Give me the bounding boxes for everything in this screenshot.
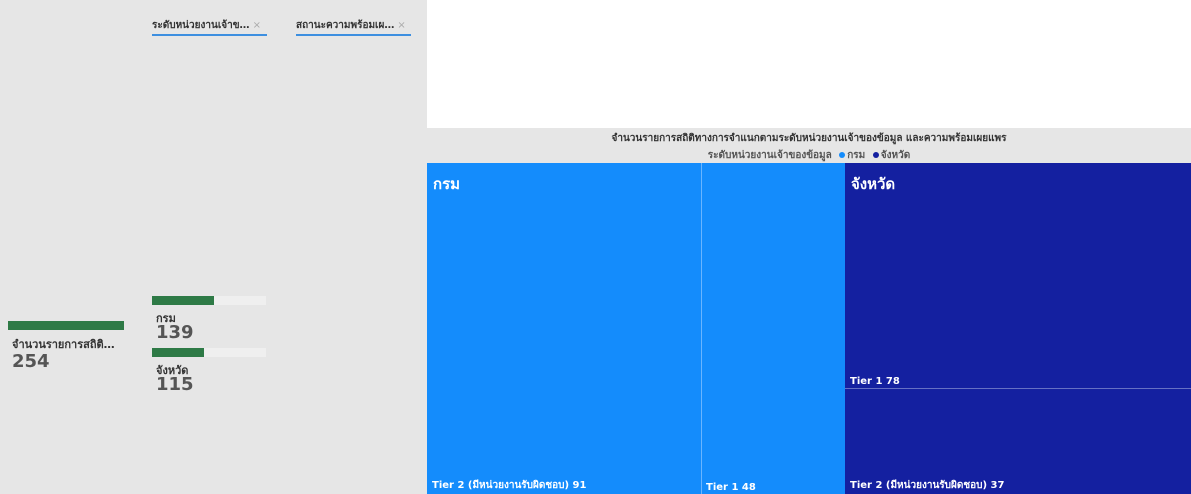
total-value: 254: [12, 351, 50, 372]
treemap-tile[interactable]: Tier 2 (มีหน่วยงานรับผิดชอบ) 37: [845, 388, 1191, 494]
treemap-tile[interactable]: Tier 1 78: [845, 163, 1191, 388]
total-bar-fill: [8, 321, 124, 330]
treemap-group-label: จังหวัด: [851, 175, 896, 193]
legend-dot: [839, 152, 846, 158]
legend-dot: [872, 152, 879, 158]
filter-chip-label: ระดับหน่วยงานเจ้าข…: [152, 20, 250, 31]
filter-chip-label: สถานะความพร้อมเผ…: [296, 20, 395, 31]
krom-value: 139: [156, 322, 194, 343]
treemap-tile[interactable]: Tier 1 48: [701, 163, 845, 494]
close-icon[interactable]: ×: [253, 20, 261, 31]
chart-legend: ระดับหน่วยงานเจ้าของข้อมูล กรม จังหวัด: [427, 148, 1191, 163]
legend-title: ระดับหน่วยงานเจ้าของข้อมูล: [707, 150, 832, 161]
filter-chip-readiness[interactable]: สถานะความพร้อมเผ… ×: [296, 18, 411, 36]
changwat-value: 115: [156, 374, 194, 395]
filter-chip-owner-level[interactable]: ระดับหน่วยงานเจ้าข… ×: [152, 18, 267, 36]
tile-label: Tier 2 (มีหน่วยงานรับผิดชอบ) 37: [850, 480, 1005, 491]
krom-bar-fill: [152, 296, 215, 305]
total-bar: [8, 321, 124, 330]
krom-bar: [152, 296, 266, 305]
chart-title: จำนวนรายการสถิติทางการจำแนกตามระดับหน่วย…: [611, 133, 1007, 144]
tile-label: Tier 1 48: [706, 482, 756, 493]
changwat-bar-fill: [152, 348, 204, 357]
tile-label: Tier 2 (มีหน่วยงานรับผิดชอบ) 91: [432, 480, 587, 491]
treemap-group-label: กรม: [433, 175, 461, 193]
tile-separator: [701, 163, 702, 494]
changwat-bar: [152, 348, 266, 357]
visual-panel: ระดับหน่วยงานเจ้าข… × สถานะความพร้อมเผ… × …: [0, 0, 427, 494]
treemap-tile[interactable]: Tier 2 (มีหน่วยงานรับผิดชอบ) 91: [427, 163, 701, 494]
tile-label: Tier 1 78: [850, 376, 900, 387]
treemap-chart: จำนวนรายการสถิติทางการจำแนกตามระดับหน่วย…: [427, 128, 1191, 494]
legend-item-krom[interactable]: กรม: [847, 150, 865, 161]
legend-item-changwat[interactable]: จังหวัด: [881, 150, 910, 161]
chart-header: จำนวนรายการสถิติทางการจำแนกตามระดับหน่วย…: [427, 128, 1191, 163]
treemap-area: Tier 2 (มีหน่วยงานรับผิดชอบ) 91 Tier 1 48…: [427, 163, 1191, 494]
tile-separator: [845, 388, 1191, 389]
close-icon[interactable]: ×: [397, 20, 405, 31]
